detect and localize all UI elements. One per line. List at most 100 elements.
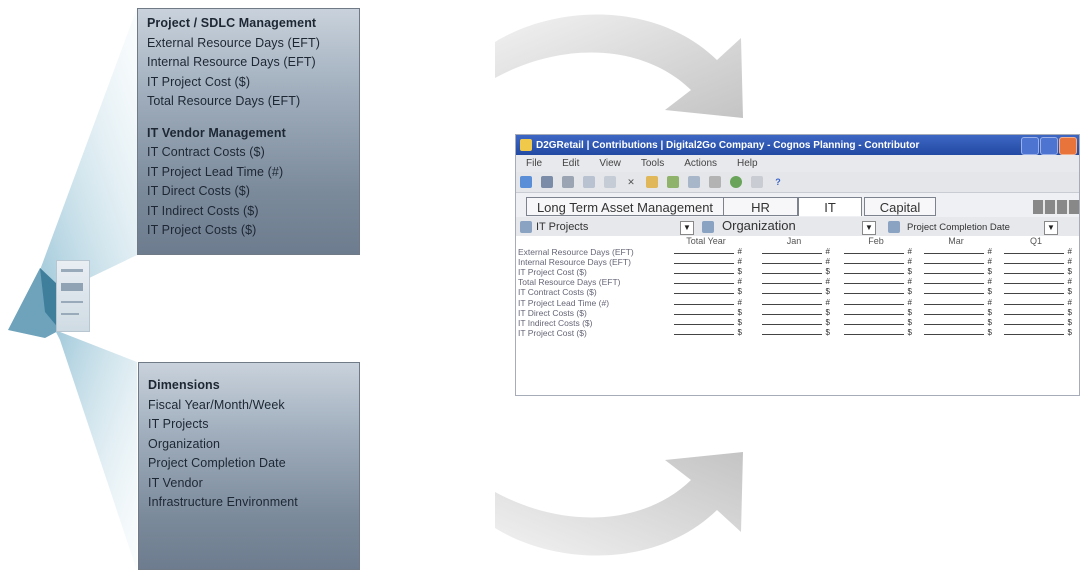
cell-unit-symbol: # — [737, 247, 742, 256]
grid-cell[interactable]: # — [762, 257, 830, 268]
maximize-button[interactable] — [1040, 137, 1058, 155]
grid-cell[interactable]: # — [844, 257, 912, 268]
grid-cell[interactable]: # — [1004, 277, 1072, 288]
grid-cell[interactable]: $ — [1004, 318, 1072, 329]
filter-icon[interactable] — [688, 176, 700, 188]
list-item: IT Projects — [148, 417, 209, 431]
cell-rule — [844, 333, 904, 335]
grid-cell[interactable]: # — [924, 247, 992, 258]
grid-cell[interactable]: # — [674, 277, 742, 288]
grid-cell[interactable]: $ — [1004, 287, 1072, 298]
menu-tools[interactable]: Tools — [631, 158, 674, 169]
submit-icon[interactable] — [730, 176, 742, 188]
grid-cell[interactable]: $ — [844, 317, 912, 329]
grid-cell[interactable]: # — [1004, 247, 1072, 258]
grid-cell[interactable]: $ — [924, 318, 992, 329]
filter-project-completion-date[interactable]: Project Completion Date — [907, 220, 1010, 235]
grid-cell[interactable]: $ — [674, 267, 742, 278]
grid-cell[interactable]: # — [762, 247, 830, 258]
grid-cell[interactable]: $ — [924, 308, 992, 319]
row-label: IT Direct Costs ($) — [518, 307, 587, 318]
grid-cell[interactable]: # — [844, 247, 912, 258]
menu-view[interactable]: View — [589, 158, 631, 169]
menu-edit[interactable]: Edit — [552, 158, 589, 169]
settings-icon[interactable] — [709, 176, 721, 188]
cell-unit-symbol: # — [1067, 247, 1072, 256]
grid-cell[interactable]: $ — [844, 328, 912, 339]
grid-cell[interactable]: $ — [844, 267, 912, 278]
grid-cell[interactable]: # — [674, 257, 742, 268]
grid-cell[interactable]: $ — [762, 317, 830, 329]
grid-cell[interactable]: $ — [674, 328, 742, 339]
grid-cell[interactable]: # — [1004, 298, 1072, 309]
minimize-button[interactable] — [1021, 137, 1039, 155]
tab-hr[interactable]: HR — [724, 197, 798, 216]
grid-cell[interactable]: $ — [674, 287, 742, 298]
cell-rule — [674, 283, 734, 285]
dropdown-arrow-icon[interactable]: ▼ — [680, 221, 694, 235]
cell-unit-symbol: $ — [907, 317, 912, 327]
cell-rule — [924, 323, 984, 325]
close-button[interactable] — [1059, 137, 1077, 155]
delete-icon[interactable]: ✕ — [625, 176, 637, 188]
list-item: Organization — [148, 436, 221, 451]
cell-rule — [844, 313, 904, 315]
grid-cell[interactable]: $ — [924, 287, 992, 298]
grid-cell[interactable]: # — [844, 277, 912, 288]
grid-cell[interactable]: # — [844, 298, 912, 309]
grid-cell[interactable]: # — [674, 297, 742, 309]
grid-cell[interactable]: $ — [762, 308, 830, 319]
grid-cell[interactable]: $ — [762, 328, 830, 339]
cell-rule — [844, 323, 904, 325]
copy-icon[interactable] — [583, 176, 595, 188]
home-icon[interactable] — [520, 176, 532, 188]
list-item: IT Direct Costs ($) — [147, 184, 251, 198]
grid-cell[interactable]: $ — [762, 287, 830, 298]
cell-unit-symbol: $ — [825, 317, 830, 327]
dropdown-arrow-icon[interactable]: ▼ — [1044, 221, 1058, 235]
grid-cell[interactable]: # — [924, 257, 992, 268]
chart-icon[interactable] — [667, 176, 679, 188]
grid-cell[interactable]: $ — [924, 267, 992, 278]
help-icon[interactable]: ? — [772, 176, 784, 188]
grid-cell[interactable]: $ — [1004, 328, 1072, 339]
window-title: D2GRetail | Contributions | Digital2Go C… — [536, 139, 920, 151]
grid-cell[interactable]: # — [674, 247, 742, 258]
cell-rule — [924, 303, 984, 305]
grid-cell[interactable]: # — [762, 298, 830, 309]
row-label: IT Project Lead Time (#) — [518, 297, 610, 308]
grid-cell[interactable]: # — [762, 277, 830, 288]
grid-cell[interactable]: $ — [1004, 308, 1072, 319]
grid-cell[interactable]: # — [1004, 257, 1072, 268]
save-icon[interactable] — [541, 176, 553, 188]
row-label: Internal Resource Days (EFT) — [518, 257, 631, 268]
menu-file[interactable]: File — [516, 158, 552, 169]
print-icon[interactable] — [562, 176, 574, 188]
filter-it-projects[interactable]: IT Projects — [536, 220, 588, 235]
grid-cell[interactable]: $ — [674, 318, 742, 329]
grid-cell[interactable]: $ — [674, 308, 742, 319]
menu-actions[interactable]: Actions — [674, 158, 727, 169]
menu-help[interactable]: Help — [727, 158, 768, 169]
tab-scroll-buttons[interactable] — [1033, 200, 1079, 214]
stop-icon[interactable] — [751, 176, 763, 188]
tab-capital[interactable]: Capital — [864, 197, 936, 216]
grid-cell[interactable]: # — [924, 298, 992, 309]
tab-long-term-asset-management[interactable]: Long Term Asset Management — [526, 197, 724, 216]
dimension-filter-bar: IT Projects ▼ Organization ▼ Project Com… — [516, 217, 1079, 237]
grid-cell[interactable]: $ — [844, 308, 912, 319]
cell-unit-symbol: # — [737, 297, 742, 307]
list-item: Internal Resource Days (EFT) — [147, 55, 316, 69]
import-icon[interactable] — [646, 176, 658, 188]
dropdown-arrow-icon[interactable]: ▼ — [862, 221, 876, 235]
grid-cell[interactable]: $ — [762, 267, 830, 278]
data-grid: Total Year Jan Feb Mar Q1 External Resource … — [516, 236, 1079, 395]
cell-unit-symbol: $ — [987, 327, 992, 337]
grid-cell[interactable]: $ — [924, 327, 992, 339]
filter-organization[interactable]: Organization — [722, 218, 796, 233]
grid-cell[interactable]: $ — [844, 287, 912, 298]
tab-it[interactable]: IT — [798, 197, 862, 216]
grid-cell[interactable]: # — [924, 277, 992, 288]
paste-icon[interactable] — [604, 176, 616, 188]
grid-cell[interactable]: $ — [1004, 267, 1072, 278]
